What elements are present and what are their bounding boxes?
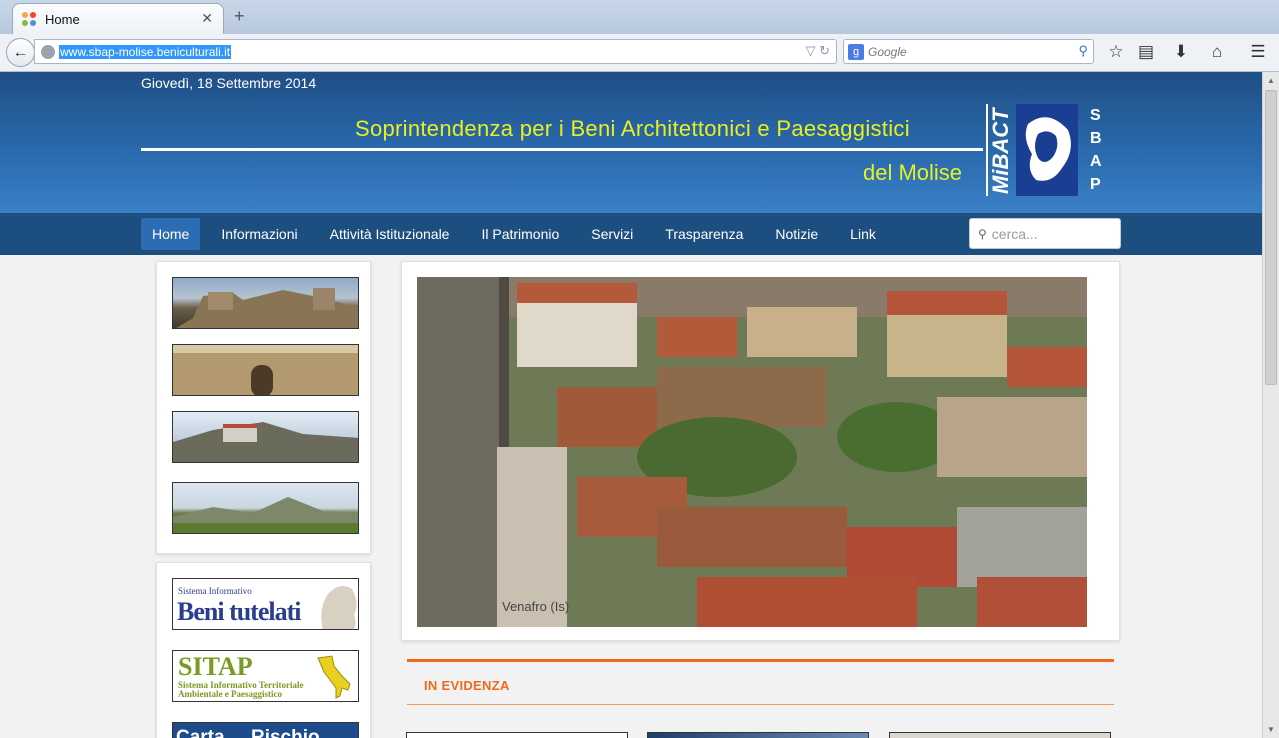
- venafro-aerial-photo: [417, 277, 1087, 627]
- tab-title: Home: [45, 11, 80, 27]
- mibact-sbap-logo[interactable]: MiBACT S B A P: [986, 104, 1104, 196]
- hilltop-village-image: [173, 422, 358, 462]
- thumbnail-castle-gate[interactable]: [172, 344, 359, 396]
- evidenza-divider: [407, 704, 1114, 705]
- castle-gate-image: [173, 345, 358, 395]
- evidenza-heading: IN EVIDENZA: [424, 678, 510, 693]
- menu-item-informazioni[interactable]: Informazioni: [210, 218, 308, 250]
- svg-text:S: S: [1090, 107, 1101, 124]
- back-button[interactable]: ←: [6, 38, 35, 67]
- menu-item-notizie[interactable]: Notizie: [764, 218, 829, 250]
- slideshow-caption: Venafro (Is): [502, 599, 570, 614]
- evidenza-card-3[interactable]: [889, 732, 1111, 738]
- joomla-favicon-icon: [22, 12, 36, 26]
- carta-rischio-banner[interactable]: Carta Rischio: [172, 722, 359, 738]
- svg-text:P: P: [1090, 176, 1101, 193]
- back-arrow-icon: ←: [12, 43, 29, 61]
- svg-text:A: A: [1090, 153, 1102, 170]
- banner-big-text: Beni tutelati: [177, 597, 301, 626]
- globe-icon: [41, 44, 55, 59]
- bookmark-star-icon[interactable]: ☆: [1106, 42, 1126, 62]
- scroll-up-arrow-icon[interactable]: ▲: [1267, 76, 1275, 85]
- menu-item-trasparenza[interactable]: Trasparenza: [654, 218, 754, 250]
- scrollbar-thumb[interactable]: [1265, 90, 1277, 385]
- castle-ruins-image: [176, 288, 358, 328]
- slideshow-box: Venafro (Is): [401, 261, 1120, 641]
- search-icon[interactable]: ⚲: [1078, 43, 1088, 59]
- browser-tab[interactable]: Home ✕: [12, 3, 224, 34]
- home-icon[interactable]: ⌂: [1207, 42, 1227, 62]
- search-icon: ⚲: [978, 226, 987, 241]
- sidebar-thumbnails-box: [156, 261, 371, 554]
- url-bar[interactable]: www.sbap-molise.beniculturali.it ▽ ↻: [34, 39, 837, 64]
- browser-tab-bar: Home ✕ +: [0, 0, 1279, 34]
- main-menu: Home Informazioni Attività Istituzionale…: [141, 218, 897, 250]
- evidenza-card-2[interactable]: [647, 732, 869, 738]
- evidenza-card-1[interactable]: [406, 732, 628, 738]
- downloads-icon[interactable]: ⬇: [1171, 42, 1191, 62]
- site-title-line1: Soprintendenza per i Beni Architettonici…: [355, 116, 910, 141]
- thumbnail-hilltop-village[interactable]: [172, 411, 359, 463]
- menu-item-home[interactable]: Home: [141, 218, 201, 250]
- current-date: Giovedì, 18 Settembre 2014: [141, 75, 317, 91]
- mountain-landscape-image: [173, 497, 358, 533]
- menu-item-il-patrimonio[interactable]: Il Patrimonio: [470, 218, 570, 250]
- new-tab-icon[interactable]: +: [234, 6, 245, 27]
- sitap-subtitle-line2: Ambientale e Paesaggistico: [178, 689, 282, 699]
- browser-nav-bar: ← www.sbap-molise.beniculturali.it ▽ ↻ g…: [0, 34, 1279, 72]
- thumbnail-castle-ruins[interactable]: [172, 277, 359, 329]
- bust-statue-icon: [321, 585, 357, 629]
- menu-item-link[interactable]: Link: [839, 218, 887, 250]
- bookmarks-menu-icon[interactable]: ▤: [1136, 42, 1156, 62]
- close-tab-icon[interactable]: ✕: [201, 10, 213, 27]
- main-menu-bar: Home Informazioni Attività Istituzionale…: [0, 213, 1262, 255]
- banner-small-text: Sistema Informativo: [178, 586, 252, 596]
- italy-map-icon: [317, 655, 351, 699]
- vertical-scrollbar[interactable]: ▲ ▼: [1262, 72, 1279, 738]
- sitap-title: SITAP: [178, 652, 253, 681]
- beni-tutelati-banner[interactable]: Sistema Informativo Beni tutelati: [172, 578, 359, 630]
- menu-item-attivita-istituzionale[interactable]: Attività Istituzionale: [319, 218, 461, 250]
- header-divider: [141, 148, 983, 151]
- web-page: Giovedì, 18 Settembre 2014 Soprintendenz…: [0, 72, 1262, 738]
- site-search-input[interactable]: ⚲ cerca...: [969, 218, 1121, 249]
- site-search-placeholder: cerca...: [991, 225, 1038, 242]
- reload-icon[interactable]: ▽ ↻: [805, 43, 830, 59]
- scroll-down-arrow-icon[interactable]: ▼: [1267, 725, 1275, 734]
- logo-mibact-text: MiBACT: [988, 107, 1013, 194]
- site-title-line2: del Molise: [863, 160, 963, 185]
- browser-search-placeholder: Google: [868, 44, 907, 59]
- menu-item-servizi[interactable]: Servizi: [580, 218, 644, 250]
- sidebar-banners-box: Sistema Informativo Beni tutelati SITAP …: [156, 562, 371, 738]
- google-icon[interactable]: g: [848, 43, 864, 60]
- url-text[interactable]: www.sbap-molise.beniculturali.it: [59, 44, 232, 59]
- browser-search-input[interactable]: g Google ⚲: [843, 39, 1094, 64]
- evidenza-top-bar: [407, 659, 1114, 662]
- svg-text:B: B: [1090, 130, 1102, 147]
- carta-rischio-title: Carta Rischio: [176, 727, 320, 738]
- thumbnail-mountain-landscape[interactable]: [172, 482, 359, 534]
- sitap-banner[interactable]: SITAP Sistema Informativo Territoriale A…: [172, 650, 359, 702]
- site-header: Giovedì, 18 Settembre 2014 Soprintendenz…: [0, 72, 1262, 213]
- slideshow-image[interactable]: Venafro (Is): [417, 277, 1087, 627]
- hamburger-menu-icon[interactable]: ☰: [1248, 42, 1268, 62]
